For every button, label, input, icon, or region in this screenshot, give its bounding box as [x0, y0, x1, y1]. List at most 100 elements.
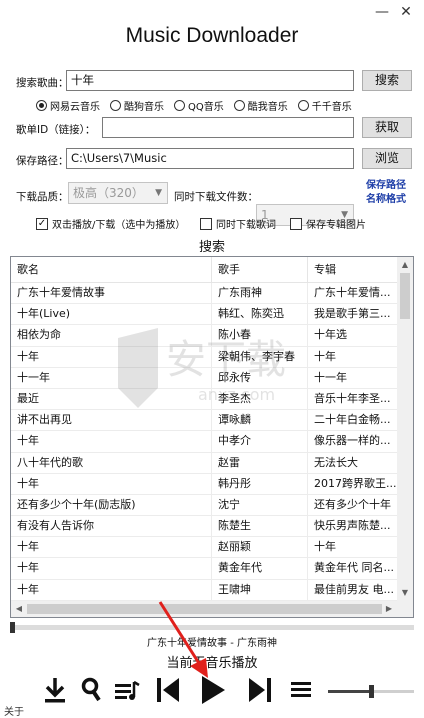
scroll-up-icon[interactable]: ▲: [397, 257, 413, 273]
table-row[interactable]: 十年 中孝介 像乐器一样的...: [11, 431, 398, 453]
scroll-left-icon[interactable]: ◀: [11, 601, 27, 617]
radio-kuwo[interactable]: 酷我音乐: [233, 98, 288, 113]
radio-dot: [110, 100, 121, 111]
volume-slider[interactable]: [328, 685, 414, 698]
results-list[interactable]: 歌名 歌手 专辑 广东十年爱情故事 广东雨神 广东十年爱情... 十年(Live) 韩红…: [10, 256, 414, 618]
radio-dot: [233, 100, 245, 111]
cell-artist: 沈宁: [212, 494, 308, 516]
cell-title: 十年: [11, 579, 212, 600]
radio-label: 酷狗音乐: [124, 102, 164, 113]
scroll-thumb[interactable]: [400, 273, 410, 319]
cell-title: 十年: [11, 537, 212, 558]
radio-label: 千千音乐: [311, 102, 352, 113]
radio-dot: [174, 100, 185, 111]
link-line: 保存路径: [366, 180, 406, 191]
next-button[interactable]: [244, 672, 276, 708]
cell-title: 十年: [11, 431, 212, 452]
volume-knob[interactable]: [369, 685, 374, 698]
playlist-id-label: 歌单ID（链接）：: [16, 124, 96, 136]
cell-title: 有没有人告诉你: [11, 516, 212, 537]
table-row[interactable]: 有没有人告诉你 陈楚生 快乐男声陈楚...: [11, 516, 398, 538]
column-header-album[interactable]: 专辑: [308, 257, 398, 282]
browse-button[interactable]: 浏览: [362, 148, 412, 169]
option-lyrics[interactable]: 同时下载歌词: [200, 216, 276, 231]
radio-netease[interactable]: 网易云音乐: [36, 98, 100, 113]
table-row[interactable]: 广东十年爱情故事 广东雨神 广东十年爱情...: [11, 283, 398, 305]
playlist-icon: [115, 680, 140, 700]
table-row[interactable]: 八十年代的歌 赵雷 无法长大: [11, 452, 398, 474]
cell-artist: 中孝介: [212, 431, 308, 452]
search-label: 搜索歌曲：: [16, 77, 69, 89]
cell-album: 广东十年爱情...: [308, 283, 398, 304]
play-mode-button[interactable]: [286, 672, 318, 708]
minimize-button[interactable]: —: [372, 4, 392, 20]
cell-album: 二十年白金畅...: [308, 410, 398, 431]
watermark-text: 安下载: [166, 337, 286, 383]
search-button[interactable]: 搜索: [362, 70, 412, 91]
magnifier-icon: [81, 677, 101, 702]
radio-qq[interactable]: QQ音乐: [174, 98, 224, 113]
cell-title: 还有多少个十年(励志版): [11, 494, 212, 516]
close-button[interactable]: ✕: [396, 4, 416, 20]
section-title: 搜索: [198, 240, 225, 255]
cell-album: 快乐男声陈楚...: [308, 516, 398, 537]
cell-album: 十年选: [308, 325, 398, 346]
table-row[interactable]: 十年 赵丽颖 十年: [11, 537, 398, 559]
link-line: 名称格式: [366, 194, 406, 205]
cell-artist: 赵雷: [212, 452, 308, 473]
column-header-artist[interactable]: 歌手: [212, 257, 308, 282]
cell-artist: 广东雨神: [212, 283, 308, 304]
volume-fill: [328, 690, 371, 693]
cell-artist: 韩丹彤: [212, 473, 308, 494]
cell-album: 无法长大: [308, 452, 398, 473]
cell-album: 黄金年代 同名...: [308, 558, 398, 579]
seek-knob[interactable]: [10, 622, 15, 633]
option-label: 双击播放/下载（选中为播放）: [52, 220, 186, 231]
scrollbar-corner: [397, 601, 413, 617]
fetch-button[interactable]: 获取: [362, 117, 412, 138]
cell-album: 像乐器一样的...: [308, 431, 398, 452]
concurrent-label: 同时下载文件数：: [174, 191, 258, 203]
radio-qianqian[interactable]: 千千音乐: [297, 98, 352, 113]
app-title: Music Downloader: [125, 24, 299, 47]
option-label: 保存专辑图片: [306, 220, 366, 231]
table-header: 歌名 歌手 专辑: [11, 257, 398, 283]
radio-dot: [297, 100, 309, 111]
cell-title: 八十年代的歌: [11, 452, 212, 473]
cell-artist: 黄金年代: [212, 558, 308, 579]
cell-title: 十年: [11, 473, 212, 494]
save-path-input[interactable]: C:\Users\7\Music: [66, 148, 354, 169]
quality-select[interactable]: 极高（320） ▼: [68, 182, 168, 204]
watermark-logo: 安下载 anxz.com: [118, 328, 286, 408]
table-row[interactable]: 还有多少个十年(励志版) 沈宁 还有多少个十年: [11, 494, 398, 517]
column-header-title[interactable]: 歌名: [11, 257, 212, 282]
skip-next-icon: [249, 678, 271, 702]
cell-album: 十年: [308, 537, 398, 558]
radio-kugou[interactable]: 酷狗音乐: [110, 98, 164, 113]
cell-album: 2017跨界歌王...: [308, 473, 398, 494]
about-link[interactable]: 关于: [4, 703, 24, 718]
playlist-id-input[interactable]: [102, 117, 354, 138]
search-lyrics-button[interactable]: [76, 672, 106, 708]
save-path-label: 保存路径：: [16, 155, 69, 167]
table-row[interactable]: 十年 黄金年代 黄金年代 同名...: [11, 558, 398, 580]
chevron-down-icon: ▼: [155, 188, 162, 198]
scroll-right-icon[interactable]: ▶: [381, 601, 397, 617]
list-order-icon: [291, 682, 311, 697]
download-button[interactable]: [38, 672, 72, 708]
cell-album: 十年: [308, 346, 398, 367]
scroll-down-icon[interactable]: ▼: [397, 585, 413, 601]
cell-title: 广东十年爱情故事: [11, 283, 212, 304]
cell-album: 还有多少个十年: [308, 494, 398, 516]
table-row[interactable]: 十年 王啸坤 最佳前男友 电...: [11, 579, 398, 601]
playlist-button[interactable]: [110, 672, 144, 708]
option-double-click[interactable]: ✓ 双击播放/下载（选中为播放）: [36, 216, 185, 231]
vertical-scrollbar[interactable]: ▲ ▼: [397, 257, 413, 601]
search-input[interactable]: 十年: [66, 70, 354, 91]
cell-title: 十年: [11, 558, 212, 579]
save-path-format-link[interactable]: 保存路径 名称格式: [366, 179, 406, 207]
cell-album: 我是歌手第三...: [308, 304, 398, 325]
table-row[interactable]: 十年 韩丹彤 2017跨界歌王...: [11, 473, 398, 495]
option-album-art[interactable]: 保存专辑图片: [290, 216, 366, 231]
skip-previous-icon: [157, 678, 179, 702]
